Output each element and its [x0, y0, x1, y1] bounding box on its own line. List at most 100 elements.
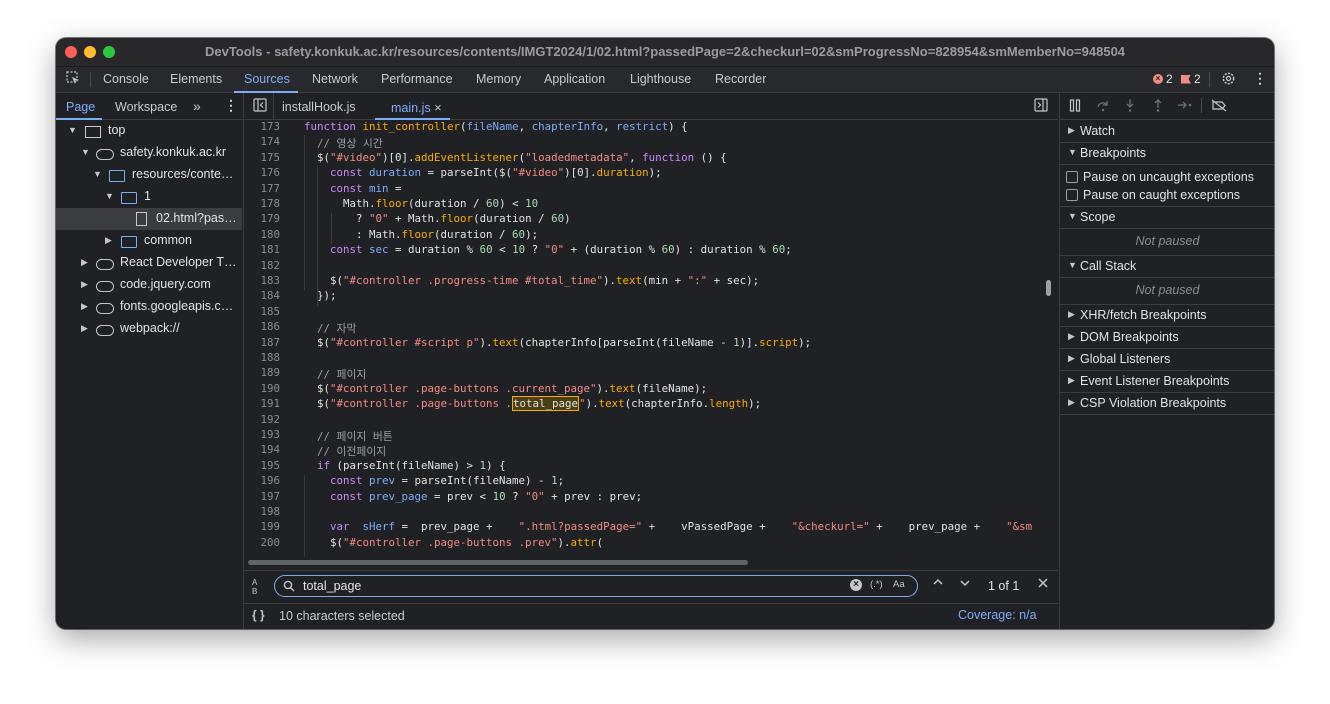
- code-line[interactable]: 194 // 이전페이지: [244, 443, 1044, 458]
- code-line[interactable]: 179 ? "0" + Math.floor(duration / 60): [244, 212, 1044, 227]
- line-number[interactable]: 179: [244, 212, 280, 225]
- tree-item-domain[interactable]: ▶ fonts.googleapis.c…: [56, 296, 242, 318]
- code-line[interactable]: 192: [244, 413, 1044, 428]
- expand-arrow-icon[interactable]: ▶: [81, 301, 88, 312]
- code-line[interactable]: 186 // 자막: [244, 320, 1044, 335]
- code-line[interactable]: 176 const duration = parseInt($("#video"…: [244, 166, 1044, 181]
- code-line[interactable]: 199 var sHerf = prev_page + ".html?passe…: [244, 520, 1044, 535]
- editor-tab-installhook[interactable]: installHook.js: [282, 100, 356, 114]
- tree-item-domain[interactable]: ▼ safety.konkuk.ac.kr: [56, 142, 242, 164]
- vertical-scrollbar[interactable]: [1046, 280, 1051, 296]
- line-number[interactable]: 195: [244, 459, 280, 472]
- tab-lighthouse[interactable]: Lighthouse: [630, 72, 691, 86]
- line-number[interactable]: 176: [244, 166, 280, 179]
- line-number[interactable]: 186: [244, 320, 280, 333]
- expand-arrow-icon[interactable]: ▶: [1068, 309, 1075, 320]
- expand-arrow-icon[interactable]: ▼: [68, 125, 77, 135]
- expand-arrow-icon[interactable]: ▶: [1068, 375, 1075, 386]
- expand-arrow-icon[interactable]: ▼: [81, 147, 90, 157]
- line-number[interactable]: 194: [244, 443, 280, 456]
- code-line[interactable]: 189 // 페이지: [244, 366, 1044, 381]
- code-line[interactable]: 181 const sec = duration % 60 < 10 ? "0"…: [244, 243, 1044, 258]
- line-number[interactable]: 184: [244, 289, 280, 302]
- scope-section[interactable]: ▼ Scope: [1060, 206, 1274, 228]
- code-line[interactable]: 195 if (parseInt(fileName) > 1) {: [244, 459, 1044, 474]
- expand-arrow-icon[interactable]: ▶: [81, 323, 88, 334]
- close-search-icon[interactable]: [1037, 576, 1049, 594]
- expand-arrow-icon[interactable]: ▼: [93, 169, 102, 179]
- line-number[interactable]: 177: [244, 182, 280, 195]
- pause-uncaught-checkbox[interactable]: [1066, 171, 1078, 183]
- call-stack-section[interactable]: ▼ Call Stack: [1060, 255, 1274, 277]
- expand-arrow-icon[interactable]: ▶: [1068, 125, 1075, 136]
- event-listener-breakpoints-section[interactable]: ▶ Event Listener Breakpoints: [1060, 370, 1274, 392]
- horizontal-scrollbar[interactable]: [248, 560, 748, 565]
- line-number[interactable]: 191: [244, 397, 280, 410]
- tree-item-domain[interactable]: ▶ webpack://: [56, 318, 242, 340]
- expand-arrow-icon[interactable]: ▶: [105, 235, 112, 246]
- pause-icon[interactable]: [1069, 99, 1082, 112]
- tab-elements[interactable]: Elements: [170, 72, 222, 86]
- more-options-icon[interactable]: ⋮: [1253, 70, 1267, 87]
- line-number[interactable]: 187: [244, 336, 280, 349]
- tab-recorder[interactable]: Recorder: [715, 72, 766, 86]
- tree-item-domain[interactable]: ▶ code.jquery.com: [56, 274, 242, 296]
- search-field[interactable]: × (.*) Aa: [274, 575, 918, 597]
- tab-page[interactable]: Page: [66, 100, 95, 114]
- line-number[interactable]: 181: [244, 243, 280, 256]
- tree-item-folder[interactable]: ▶ common: [56, 230, 242, 252]
- line-number[interactable]: 185: [244, 305, 280, 318]
- line-number[interactable]: 178: [244, 197, 280, 210]
- deactivate-breakpoints-icon[interactable]: [1211, 99, 1227, 112]
- expand-arrow-icon[interactable]: ▶: [1068, 331, 1075, 342]
- tab-sources[interactable]: Sources: [244, 72, 290, 86]
- line-number[interactable]: 199: [244, 520, 280, 533]
- warning-count[interactable]: 2: [1181, 72, 1201, 86]
- code-line[interactable]: 178 Math.floor(duration / 60) < 10: [244, 197, 1044, 212]
- tab-network[interactable]: Network: [312, 72, 358, 86]
- tab-console[interactable]: Console: [103, 72, 149, 86]
- code-line[interactable]: 180 : Math.floor(duration / 60);: [244, 228, 1044, 243]
- tree-item-top[interactable]: ▼ top: [56, 120, 242, 142]
- code-line[interactable]: 184 });: [244, 289, 1044, 304]
- code-line[interactable]: 185: [244, 305, 1044, 320]
- collapse-arrow-icon[interactable]: ▼: [1068, 260, 1077, 270]
- line-number[interactable]: 198: [244, 505, 280, 518]
- line-number[interactable]: 180: [244, 228, 280, 241]
- dom-breakpoints-section[interactable]: ▶ DOM Breakpoints: [1060, 326, 1274, 348]
- close-tab-icon[interactable]: ×: [434, 100, 442, 115]
- line-number[interactable]: 190: [244, 382, 280, 395]
- tree-item-folder[interactable]: ▼ 1: [56, 186, 242, 208]
- expand-arrow-icon[interactable]: ▶: [1068, 397, 1075, 408]
- code-line[interactable]: 198: [244, 505, 1044, 520]
- expand-arrow-icon[interactable]: ▶: [81, 257, 88, 268]
- inspect-element-icon[interactable]: [66, 71, 80, 88]
- tree-item-folder[interactable]: ▼ resources/conte…: [56, 164, 242, 186]
- code-line[interactable]: 200 $("#controller .page-buttons .prev")…: [244, 536, 1044, 551]
- code-line[interactable]: 183 $("#controller .progress-time #total…: [244, 274, 1044, 289]
- breakpoints-section[interactable]: ▼ Breakpoints: [1060, 142, 1274, 164]
- coverage-link[interactable]: Coverage: n/a: [958, 608, 1037, 622]
- code-area[interactable]: 173 function init_controller(fileName, ch…: [244, 120, 1058, 557]
- code-line[interactable]: 187 $("#controller #script p").text(chap…: [244, 336, 1044, 351]
- tab-workspace[interactable]: Workspace: [115, 100, 177, 114]
- editor-tab-main-js[interactable]: main.js ×: [391, 100, 442, 115]
- code-line[interactable]: 197 const prev_page = prev < 10 ? "0" + …: [244, 490, 1044, 505]
- pause-caught-checkbox[interactable]: [1066, 189, 1078, 201]
- line-number[interactable]: 174: [244, 135, 280, 148]
- next-match-icon[interactable]: [959, 576, 971, 594]
- code-line[interactable]: 175 $("#video")[0].addEventListener("loa…: [244, 151, 1044, 166]
- code-line[interactable]: 193 // 페이지 버튼: [244, 428, 1044, 443]
- line-number[interactable]: 200: [244, 536, 280, 549]
- regex-toggle[interactable]: (.*): [870, 579, 883, 590]
- more-tabs-icon[interactable]: »: [193, 98, 201, 114]
- global-listeners-section[interactable]: ▶ Global Listeners: [1060, 348, 1274, 370]
- code-line[interactable]: 174 // 영상 시간: [244, 135, 1044, 150]
- line-number[interactable]: 188: [244, 351, 280, 364]
- xhr-breakpoints-section[interactable]: ▶ XHR/fetch Breakpoints: [1060, 304, 1274, 326]
- pretty-print-icon[interactable]: { }: [252, 608, 265, 622]
- toggle-navigator-icon[interactable]: [253, 98, 267, 115]
- search-replace-toggle-icon[interactable]: A B: [252, 578, 264, 596]
- csp-violation-breakpoints-section[interactable]: ▶ CSP Violation Breakpoints: [1060, 392, 1274, 414]
- line-number[interactable]: 196: [244, 474, 280, 487]
